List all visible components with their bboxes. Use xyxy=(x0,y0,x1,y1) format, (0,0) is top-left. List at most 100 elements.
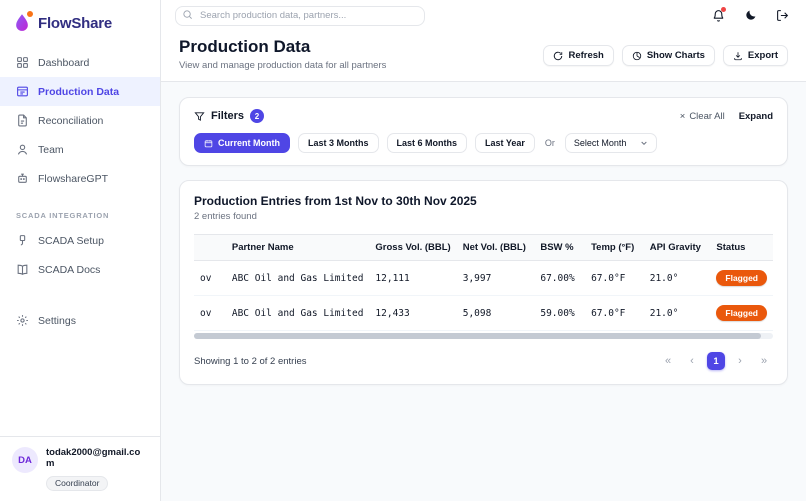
clear-all-button[interactable]: × Clear All xyxy=(680,111,725,122)
pagination-next-button[interactable]: › xyxy=(731,352,749,370)
pagination-last-button[interactable]: » xyxy=(755,352,773,370)
table-header-row: Partner Name Gross Vol. (BBL) Net Vol. (… xyxy=(194,235,773,261)
or-label: Or xyxy=(545,138,555,148)
scada-nav: SCADA Setup SCADA Docs xyxy=(0,226,160,284)
header-temp: Temp (°F) xyxy=(585,235,644,261)
plug-icon xyxy=(16,234,29,247)
export-button[interactable]: Export xyxy=(723,45,788,66)
download-icon xyxy=(733,51,743,61)
gear-icon xyxy=(16,314,29,327)
pagination-first-button[interactable]: « xyxy=(659,352,677,370)
filter-chip-last-year[interactable]: Last Year xyxy=(475,133,535,153)
dark-mode-toggle[interactable] xyxy=(742,8,758,24)
cell-partner: ABC Oil and Gas Limited xyxy=(226,261,370,296)
month-select-value: Select Month xyxy=(574,138,627,148)
refresh-icon xyxy=(553,51,563,61)
cell-date: ov xyxy=(194,296,226,331)
logout-button[interactable] xyxy=(774,8,790,24)
bot-icon xyxy=(16,172,29,185)
sidebar-item-label: Team xyxy=(38,144,64,156)
app-window: FlowShare Dashboard Production Data Reco… xyxy=(0,0,806,501)
user-email: todak2000@gmail.com xyxy=(46,447,148,469)
avatar: DA xyxy=(12,447,38,473)
sidebar-item-scada-setup[interactable]: SCADA Setup xyxy=(0,226,160,255)
pagination: « ‹ 1 › » xyxy=(659,352,773,370)
topbar xyxy=(161,0,806,31)
table-row[interactable]: ov ABC Oil and Gas Limited 12,111 3,997 … xyxy=(194,261,773,296)
sidebar-item-label: SCADA Docs xyxy=(38,264,100,276)
header-net: Net Vol. (BBL) xyxy=(457,235,535,261)
filters-title: Filters xyxy=(211,110,244,122)
sidebar-item-flowsharegpt[interactable]: FlowshareGPT xyxy=(0,164,160,193)
notification-dot xyxy=(721,7,726,12)
chip-label: Last Year xyxy=(485,138,525,148)
user-role-badge: Coordinator xyxy=(46,476,108,491)
filters-panel: Filters 2 × Clear All Expand Curren xyxy=(179,97,788,166)
search-input[interactable] xyxy=(175,6,425,26)
close-icon: × xyxy=(680,111,686,122)
filter-chip-last-3-months[interactable]: Last 3 Months xyxy=(298,133,379,153)
header-partner: Partner Name xyxy=(226,235,370,261)
cell-gross: 12,111 xyxy=(369,261,456,296)
cell-temp: 67.0°F xyxy=(585,261,644,296)
header-date xyxy=(194,235,226,261)
scada-section-label: SCADA INTEGRATION xyxy=(0,193,160,226)
sidebar-item-dashboard[interactable]: Dashboard xyxy=(0,48,160,77)
page-title: Production Data xyxy=(179,37,386,57)
filter-chip-last-6-months[interactable]: Last 6 Months xyxy=(387,133,468,153)
entries-count: 2 entries found xyxy=(194,211,773,222)
table-row[interactable]: ov ABC Oil and Gas Limited 12,433 5,098 … xyxy=(194,296,773,331)
show-charts-button[interactable]: Show Charts xyxy=(622,45,715,66)
page-subtitle: View and manage production data for all … xyxy=(179,60,386,71)
pagination-page-1-button[interactable]: 1 xyxy=(707,352,725,370)
showing-entries-text: Showing 1 to 2 of 2 entries xyxy=(194,356,307,367)
sidebar-item-label: SCADA Setup xyxy=(38,235,104,247)
cell-api: 21.0° xyxy=(644,261,711,296)
refresh-button[interactable]: Refresh xyxy=(543,45,613,66)
droplet-logo-icon xyxy=(12,12,32,34)
app-logo[interactable]: FlowShare xyxy=(0,0,160,48)
sidebar-item-production-data[interactable]: Production Data xyxy=(0,77,160,106)
cell-api: 21.0° xyxy=(644,296,711,331)
show-charts-label: Show Charts xyxy=(647,50,705,61)
refresh-label: Refresh xyxy=(568,50,603,61)
production-table: Partner Name Gross Vol. (BBL) Net Vol. (… xyxy=(194,234,773,331)
production-data-icon xyxy=(16,85,29,98)
cell-temp: 67.0°F xyxy=(585,296,644,331)
header-status: Status xyxy=(710,235,773,261)
filter-chip-current-month[interactable]: Current Month xyxy=(194,133,290,153)
pagination-prev-button[interactable]: ‹ xyxy=(683,352,701,370)
cell-partner: ABC Oil and Gas Limited xyxy=(226,296,370,331)
sidebar-item-label: Reconciliation xyxy=(38,115,103,127)
horizontal-scrollbar[interactable] xyxy=(194,333,773,339)
content-area: Filters 2 × Clear All Expand Curren xyxy=(161,81,806,501)
sidebar-item-label: FlowshareGPT xyxy=(38,173,108,185)
app-name: FlowShare xyxy=(38,15,112,32)
page-header: Production Data View and manage producti… xyxy=(161,31,806,81)
sidebar-item-reconciliation[interactable]: Reconciliation xyxy=(0,106,160,135)
main-area: Production Data View and manage producti… xyxy=(161,0,806,501)
sidebar-item-scada-docs[interactable]: SCADA Docs xyxy=(0,255,160,284)
month-select[interactable]: Select Month xyxy=(565,133,658,153)
search-icon xyxy=(182,9,193,20)
status-badge: Flagged xyxy=(716,270,767,286)
expand-button[interactable]: Expand xyxy=(739,111,773,122)
production-entries-panel: Production Entries from 1st Nov to 30th … xyxy=(179,180,788,385)
scrollbar-thumb[interactable] xyxy=(194,333,761,339)
chip-label: Last 3 Months xyxy=(308,138,369,148)
sidebar: FlowShare Dashboard Production Data Reco… xyxy=(0,0,161,501)
clear-all-label: Clear All xyxy=(689,111,724,122)
user-profile[interactable]: DA todak2000@gmail.com Coordinator xyxy=(0,436,160,501)
export-label: Export xyxy=(748,50,778,61)
notifications-button[interactable] xyxy=(710,8,726,24)
logout-icon xyxy=(776,9,789,22)
header-api: API Gravity xyxy=(644,235,711,261)
sidebar-item-team[interactable]: Team xyxy=(0,135,160,164)
entries-title: Production Entries from 1st Nov to 30th … xyxy=(194,194,773,208)
sidebar-item-settings[interactable]: Settings xyxy=(0,306,160,335)
chip-label: Current Month xyxy=(218,138,280,148)
notification-dot xyxy=(27,11,33,17)
dashboard-icon xyxy=(16,56,29,69)
reconciliation-icon xyxy=(16,114,29,127)
status-badge: Flagged xyxy=(716,305,767,321)
